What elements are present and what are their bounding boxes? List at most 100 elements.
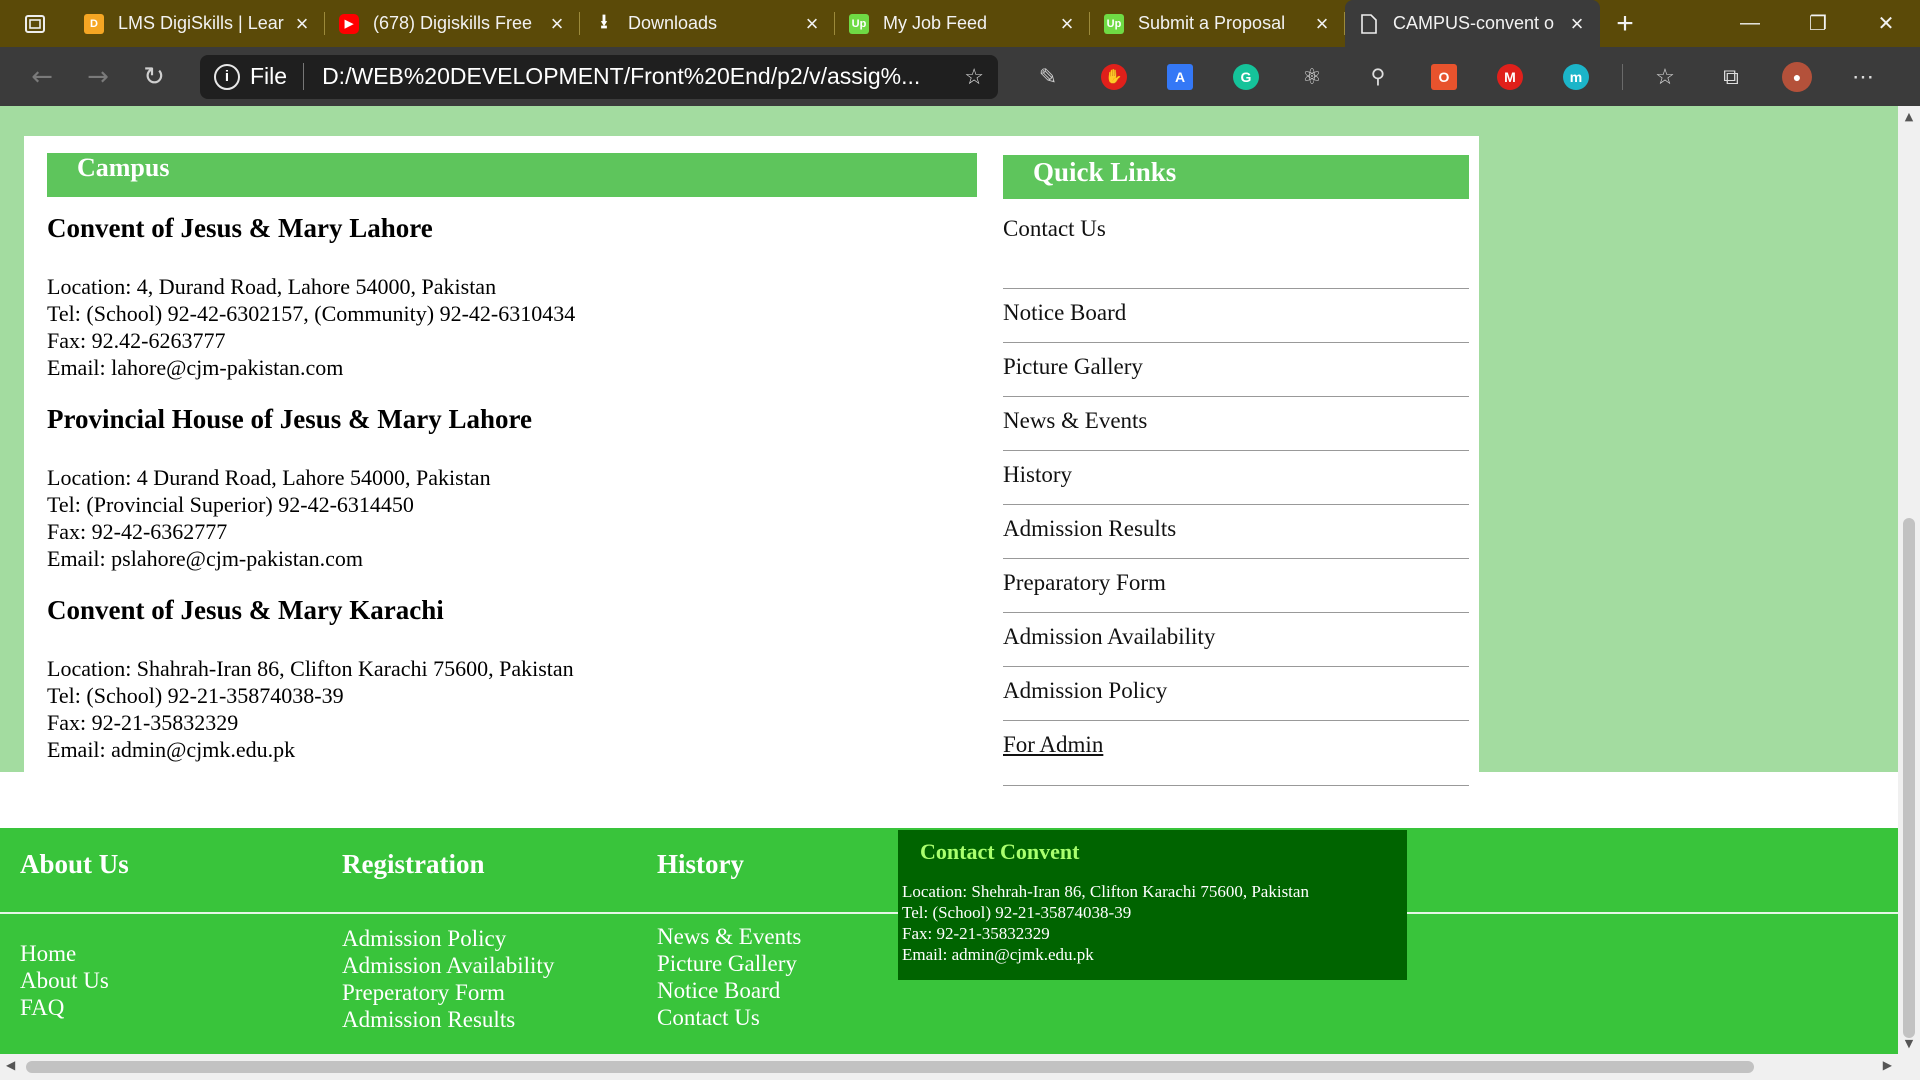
- footer-link-about-us[interactable]: About Us: [20, 967, 109, 994]
- tab-title: (678) Digiskills Free: [373, 13, 533, 33]
- campus-location: Location: 4, Durand Road, Lahore 54000, …: [47, 274, 497, 299]
- pen-extension-icon[interactable]: ✎: [1028, 57, 1068, 97]
- campus-block: Convent of Jesus & Mary Lahore Location:…: [47, 213, 977, 381]
- download-icon: ⭳: [600, 10, 608, 33]
- vertical-scrollbar[interactable]: ▲ ▼: [1898, 106, 1920, 1054]
- tab-submit-proposal[interactable]: Up Submit a Proposal ×: [1090, 0, 1345, 47]
- tab-my-job-feed[interactable]: Up My Job Feed ×: [835, 0, 1090, 47]
- upwork-icon: Up: [849, 13, 869, 34]
- campus-email: Email: admin@cjmk.edu.pk: [47, 737, 296, 762]
- footer-link-home[interactable]: Home: [20, 940, 109, 967]
- footer-link-news-events[interactable]: News & Events: [657, 923, 801, 950]
- campus-tel: Tel: (School) 92-21-35874038-39: [47, 683, 344, 708]
- close-window-button[interactable]: ✕: [1852, 0, 1920, 47]
- m-extension-icon[interactable]: m: [1556, 57, 1596, 97]
- tab-title: LMS DigiSkills | Lear: [118, 13, 284, 33]
- campus-block: Convent of Jesus & Mary Karachi Location…: [47, 595, 977, 763]
- scroll-up-icon[interactable]: ▲: [1898, 110, 1920, 123]
- scroll-right-icon[interactable]: ▶: [1883, 1058, 1892, 1072]
- campus-tel: Tel: (Provincial Superior) 92-42-6314450: [47, 492, 414, 517]
- scroll-left-icon[interactable]: ◀: [6, 1058, 15, 1072]
- horizontal-scrollbar[interactable]: ◀ ▶: [0, 1054, 1898, 1080]
- footer-link-notice-board[interactable]: Notice Board: [657, 977, 801, 1004]
- close-icon[interactable]: ×: [1311, 12, 1333, 35]
- back-button[interactable]: ←: [14, 55, 70, 99]
- quick-link-admission-results[interactable]: Admission Results: [1003, 505, 1469, 559]
- site-footer: About Us Home About Us FAQ Registration …: [0, 828, 1898, 1054]
- quick-link-preparatory-form[interactable]: Preparatory Form: [1003, 559, 1469, 613]
- close-icon[interactable]: ×: [1056, 12, 1078, 35]
- quick-link-contact-us[interactable]: Contact Us: [1003, 213, 1469, 289]
- new-tab-button[interactable]: +: [1600, 0, 1650, 47]
- close-icon[interactable]: ×: [291, 12, 313, 35]
- footer-about-links: Home About Us FAQ: [20, 940, 109, 1021]
- campus-heading: Campus: [47, 153, 977, 197]
- footer-link-picture-gallery[interactable]: Picture Gallery: [657, 950, 801, 977]
- settings-menu-icon[interactable]: ⋯: [1843, 57, 1883, 97]
- grammarly-extension-icon[interactable]: G: [1226, 57, 1266, 97]
- search-icon[interactable]: ⚲: [1358, 57, 1398, 97]
- campus-fax: Fax: 92-21-35832329: [47, 710, 239, 735]
- tab-downloads[interactable]: ⭳ Downloads ×: [580, 0, 835, 47]
- tab-actions-button[interactable]: [0, 0, 70, 47]
- address-scheme: File: [250, 63, 305, 90]
- quick-links-list: Contact Us Notice Board Picture Gallery …: [1003, 213, 1469, 786]
- campus-name: Convent of Jesus & Mary Karachi: [47, 595, 444, 625]
- footer-link-admission-availability[interactable]: Admission Availability: [342, 952, 554, 979]
- campus-name: Provincial House of Jesus & Mary Lahore: [47, 404, 532, 434]
- restore-button[interactable]: ❐: [1784, 0, 1852, 47]
- contact-email: Email: admin@cjmk.edu.pk: [902, 945, 1094, 964]
- footer-link-preperatory-form[interactable]: Preperatory Form: [342, 979, 554, 1006]
- scroll-down-icon[interactable]: ▼: [1898, 1037, 1920, 1050]
- page-icon: [1359, 13, 1379, 34]
- close-icon[interactable]: ×: [1566, 12, 1588, 35]
- quick-link-admission-availability[interactable]: Admission Availability: [1003, 613, 1469, 667]
- tab-youtube[interactable]: ▶ (678) Digiskills Free ×: [325, 0, 580, 47]
- quick-link-history[interactable]: History: [1003, 451, 1469, 505]
- tab-lms-digiskills[interactable]: D LMS DigiSkills | Lear ×: [70, 0, 325, 47]
- quick-link-for-admin[interactable]: For Admin: [1003, 721, 1469, 786]
- favorites-icon[interactable]: ☆: [1645, 57, 1685, 97]
- footer-link-faq[interactable]: FAQ: [20, 994, 109, 1021]
- quick-link-picture-gallery[interactable]: Picture Gallery: [1003, 343, 1469, 397]
- youtube-icon: ▶: [339, 13, 359, 34]
- quick-link-news-events[interactable]: News & Events: [1003, 397, 1469, 451]
- quick-link-admission-policy[interactable]: Admission Policy: [1003, 667, 1469, 721]
- profile-avatar[interactable]: ●: [1777, 57, 1817, 97]
- address-url[interactable]: D:/WEB%20DEVELOPMENT/Front%20End/p2/v/as…: [322, 63, 952, 90]
- collections-icon[interactable]: ⧉: [1711, 57, 1751, 97]
- upwork-icon: Up: [1104, 13, 1124, 34]
- campus-name: Convent of Jesus & Mary Lahore: [47, 213, 433, 243]
- contact-convent-heading: Contact Convent: [920, 839, 1080, 864]
- forward-button[interactable]: →: [70, 55, 126, 99]
- footer-link-admission-results[interactable]: Admission Results: [342, 1006, 554, 1033]
- mail-extension-icon[interactable]: M: [1490, 57, 1530, 97]
- info-icon[interactable]: i: [214, 63, 240, 90]
- address-bar[interactable]: i File D:/WEB%20DEVELOPMENT/Front%20End/…: [200, 54, 998, 99]
- horizontal-scroll-thumb[interactable]: [26, 1061, 1754, 1073]
- translate-extension-icon[interactable]: A: [1160, 57, 1200, 97]
- campus-fax: Fax: 92-42-6362777: [47, 519, 228, 544]
- add-favorite-icon[interactable]: ☆: [964, 64, 984, 90]
- tab-title: Downloads: [628, 13, 718, 33]
- campus-email: Email: lahore@cjm-pakistan.com: [47, 355, 344, 380]
- quick-links-heading: Quick Links: [1003, 155, 1469, 199]
- refresh-button[interactable]: ↻: [126, 55, 182, 99]
- tab-campus-convent[interactable]: CAMPUS-convent o ×: [1345, 0, 1600, 47]
- adblock-extension-icon[interactable]: ✋: [1094, 57, 1134, 97]
- footer-link-admission-policy[interactable]: Admission Policy: [342, 925, 554, 952]
- campus-tel: Tel: (School) 92-42-6302157, (Community)…: [47, 301, 576, 326]
- vertical-scroll-thumb[interactable]: [1903, 518, 1915, 1038]
- browser-tab-bar: D LMS DigiSkills | Lear × ▶ (678) Digisk…: [0, 0, 1920, 47]
- browser-toolbar: ← → ↻ i File D:/WEB%20DEVELOPMENT/Front%…: [0, 47, 1920, 106]
- contact-fax: Fax: 92-21-35832329: [902, 924, 1050, 943]
- campus-fax: Fax: 92.42-6263777: [47, 328, 226, 353]
- close-icon[interactable]: ×: [546, 12, 568, 35]
- quick-link-notice-board[interactable]: Notice Board: [1003, 289, 1469, 343]
- close-icon[interactable]: ×: [801, 12, 823, 35]
- main-content-panel: Campus Convent of Jesus & Mary Lahore Lo…: [24, 136, 1479, 786]
- footer-link-contact-us[interactable]: Contact Us: [657, 1004, 801, 1031]
- minimize-button[interactable]: —: [1716, 0, 1784, 47]
- react-devtools-icon[interactable]: ⚛: [1292, 57, 1332, 97]
- office-extension-icon[interactable]: O: [1424, 57, 1464, 97]
